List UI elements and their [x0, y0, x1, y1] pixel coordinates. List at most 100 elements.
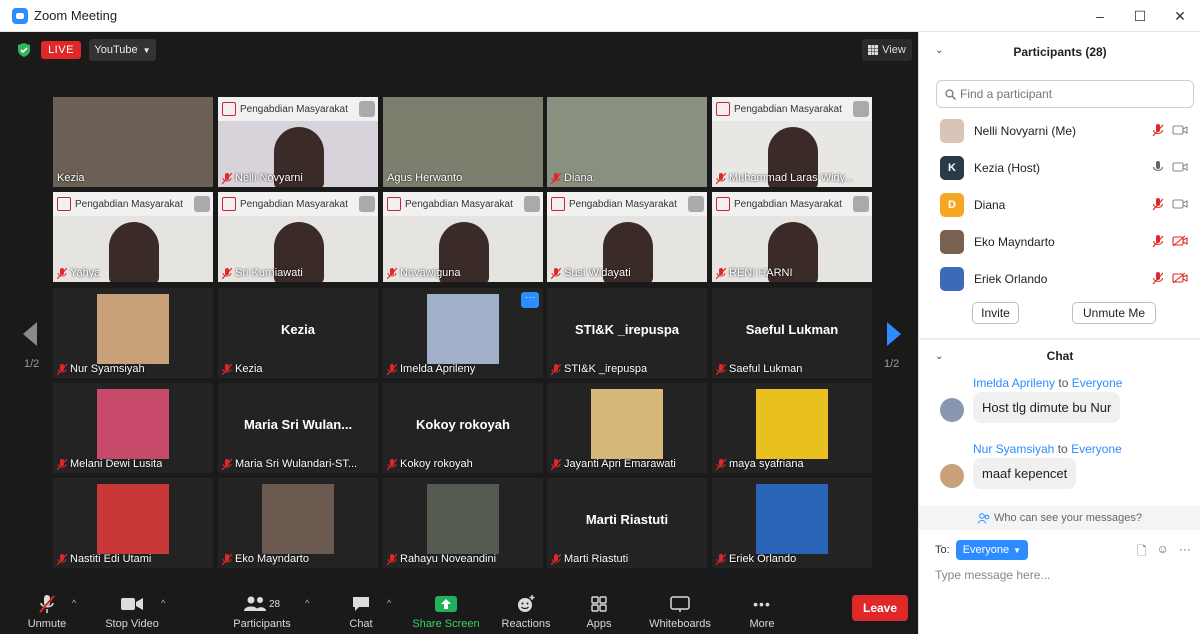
tile-more-options-icon[interactable]: ···	[521, 292, 539, 308]
video-tile[interactable]: Pengabdian Masyarakat Sri Kurniawati	[218, 192, 378, 282]
mic-muted-icon	[387, 458, 397, 470]
video-tile[interactable]: Pengabdian Masyarakat Novawiguna	[383, 192, 543, 282]
mic-muted-icon[interactable]	[1152, 124, 1164, 137]
reactions-button[interactable]: Reactions	[500, 594, 552, 630]
profile-photo	[756, 389, 828, 459]
video-tile[interactable]: Melani Dewi Lusita	[53, 383, 213, 473]
more-options-icon[interactable]: ···	[1179, 542, 1191, 563]
whiteboards-label: Whiteboards	[649, 618, 711, 630]
more-button[interactable]: ••• More	[745, 594, 779, 630]
participant-list-name: Eko Mayndarto	[974, 234, 1055, 249]
video-tile[interactable]: Maria Sri Wulan... Maria Sri Wulandari-ST…	[218, 383, 378, 473]
participant-center-name: Saeful Lukman	[745, 322, 839, 337]
video-tile[interactable]: Kezia Kezia	[218, 288, 378, 378]
invite-button[interactable]: Invite	[972, 302, 1019, 324]
video-tile[interactable]: Jayanti Apri Emarawati	[547, 383, 707, 473]
whiteboards-button[interactable]: Whiteboards	[646, 594, 714, 630]
page-indicator-left: 1/2	[24, 358, 40, 370]
chevron-down-icon: ▼	[1013, 545, 1022, 555]
participant-name-label: Novawiguna	[387, 267, 461, 279]
shield-icon[interactable]	[17, 43, 31, 57]
video-tile[interactable]: Pengabdian Masyarakat Nelli Novyarni	[218, 97, 378, 187]
video-tile[interactable]: Pengabdian Masyarakat Susi Widayati	[547, 192, 707, 282]
banner-text: Pengabdian Masyarakat	[405, 198, 513, 210]
apps-button[interactable]: Apps	[580, 594, 618, 630]
video-off-icon[interactable]	[1172, 198, 1188, 210]
video-tile[interactable]: Kezia	[53, 97, 213, 187]
file-icon[interactable]: 🗋	[1137, 542, 1147, 563]
video-tile[interactable]: Pengabdian Masyarakat RENI HARNI	[712, 192, 872, 282]
video-tile[interactable]: STI&K _irepuspa STI&K _irepuspa	[547, 288, 707, 378]
participant-row[interactable]: D Diana	[919, 186, 1200, 223]
video-tile[interactable]: Eko Mayndarto	[218, 478, 378, 568]
participant-name-label: Jayanti Apri Emarawati	[551, 458, 676, 470]
minimize-button[interactable]: –	[1080, 0, 1120, 32]
mic-muted-icon[interactable]	[1152, 272, 1164, 285]
video-off-icon[interactable]	[1172, 161, 1188, 173]
audio-options-caret-icon[interactable]: ^	[72, 598, 76, 608]
unmute-button[interactable]: Unmute	[24, 594, 70, 630]
chat-message-input[interactable]: Type message here...	[935, 568, 1050, 582]
participant-row[interactable]: Nelli Novyarni (Me)	[919, 112, 1200, 149]
participant-avatar	[940, 118, 964, 143]
participant-row[interactable]: K Kezia (Host)	[919, 149, 1200, 186]
unmute-me-button[interactable]: Unmute Me	[1072, 302, 1156, 324]
live-badge[interactable]: LIVE	[41, 41, 81, 59]
grid-icon	[868, 45, 879, 55]
participants-button[interactable]: 28 Participants	[228, 594, 296, 630]
search-placeholder: Find a participant	[960, 87, 1053, 101]
video-tile[interactable]: Pengabdian Masyarakat Muhammad Laras Widy…	[712, 97, 872, 187]
participant-row[interactable]: Eriek Orlando	[919, 260, 1200, 297]
video-tile[interactable]: Nur Syamsiyah	[53, 288, 213, 378]
chevron-down-icon[interactable]: ⌄	[935, 45, 943, 56]
mic-icon[interactable]	[1152, 161, 1164, 174]
participant-name-label: Nelli Novyarni	[222, 172, 303, 184]
video-options-caret-icon[interactable]: ^	[161, 598, 165, 608]
video-tile[interactable]: maya syafriana	[712, 383, 872, 473]
mic-muted-icon[interactable]	[1152, 235, 1164, 248]
video-tile[interactable]: Kokoy rokoyah Kokoy rokoyah	[383, 383, 543, 473]
maximize-button[interactable]: ☐	[1120, 0, 1160, 32]
video-off-icon[interactable]	[1172, 272, 1188, 284]
emoji-icon[interactable]: ☺	[1157, 542, 1169, 563]
share-screen-button[interactable]: Share Screen	[412, 594, 480, 630]
participants-options-caret-icon[interactable]: ^	[305, 598, 309, 608]
video-tile[interactable]: Agus Herwanto	[383, 97, 543, 187]
video-tile[interactable]: Diana	[547, 97, 707, 187]
video-tile[interactable]: Rahayu Noveandini	[383, 478, 543, 568]
participant-list-name: Nelli Novyarni (Me)	[974, 123, 1077, 138]
chat-options-caret-icon[interactable]: ^	[387, 598, 391, 608]
whiteboard-icon	[670, 596, 690, 612]
who-can-see-link[interactable]: Who can see your messages?	[919, 506, 1200, 530]
chevron-down-icon[interactable]: ⌄	[935, 351, 943, 362]
participant-name: Imelda Aprileny	[400, 363, 476, 375]
youtube-dropdown[interactable]: YouTube ▼	[89, 39, 156, 61]
mic-muted-icon	[57, 363, 67, 375]
participant-search-input[interactable]: Find a participant	[936, 80, 1194, 108]
participant-name-label: Muhammad Laras Widy...	[716, 172, 854, 184]
next-page-arrow-icon[interactable]	[887, 322, 901, 346]
video-tile[interactable]: Eriek Orlando	[712, 478, 872, 568]
video-off-icon[interactable]	[1172, 235, 1188, 247]
leave-button[interactable]: Leave	[852, 595, 908, 621]
participant-name-label: Agus Herwanto	[387, 172, 462, 184]
chat-button[interactable]: Chat	[342, 594, 380, 630]
banner-text: Pengabdian Masyarakat	[240, 198, 348, 210]
view-button[interactable]: View	[862, 39, 912, 61]
recipient-dropdown[interactable]: Everyone ▼	[955, 540, 1029, 560]
video-off-icon[interactable]	[1172, 124, 1188, 136]
participant-list-name: Kezia (Host)	[974, 160, 1041, 175]
video-tile[interactable]: Nastiti Edi Utami	[53, 478, 213, 568]
video-tile[interactable]: Marti Riastuti Marti Riastuti	[547, 478, 707, 568]
stop-video-button[interactable]: Stop Video	[102, 594, 162, 630]
mic-muted-icon[interactable]	[1152, 198, 1164, 211]
participant-name-label: Yahya	[57, 267, 100, 279]
prev-page-arrow-icon[interactable]	[23, 322, 37, 346]
video-tile[interactable]: ··· Imelda Aprileny	[383, 288, 543, 378]
chat-recipient: Everyone	[1071, 442, 1122, 456]
participant-avatar: D	[940, 192, 964, 217]
video-tile[interactable]: Pengabdian Masyarakat Yahya	[53, 192, 213, 282]
video-tile[interactable]: Saeful Lukman Saeful Lukman	[712, 288, 872, 378]
close-button[interactable]: ✕	[1160, 0, 1200, 32]
participant-row[interactable]: Eko Mayndarto	[919, 223, 1200, 260]
